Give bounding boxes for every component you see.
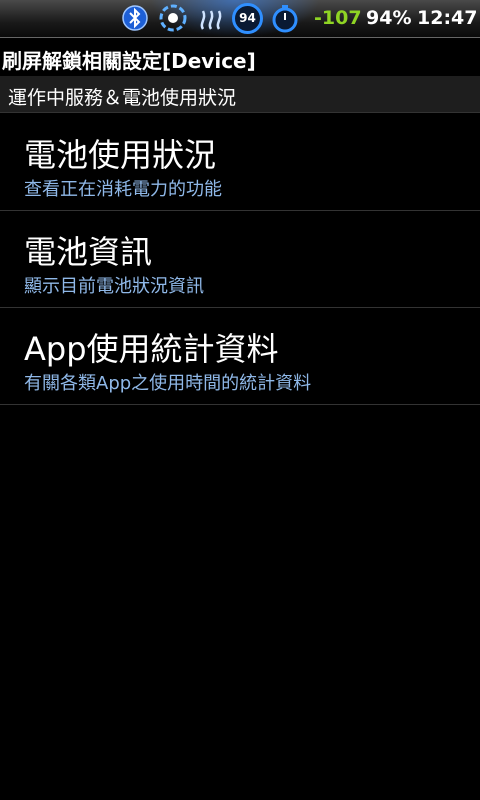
clock: 12:47 bbox=[417, 7, 478, 29]
bluetooth-icon bbox=[120, 3, 150, 33]
page-title: 刷屏解鎖相關設定[Device] bbox=[2, 49, 256, 73]
list-item-title: 電池資訊 bbox=[24, 233, 153, 271]
list-item-battery-usage[interactable]: 電池使用狀況 查看正在消耗電力的功能 bbox=[0, 114, 480, 211]
status-bar: 94 -107 94% 12:47 bbox=[0, 0, 480, 38]
signal-strength: -107 bbox=[314, 7, 362, 29]
list-item-battery-info[interactable]: 電池資訊 顯示目前電池狀況資訊 bbox=[0, 211, 480, 308]
settings-list: 電池使用狀況 查看正在消耗電力的功能 電池資訊 顯示目前電池狀況資訊 App使用… bbox=[0, 114, 480, 405]
section-header: 運作中服務＆電池使用狀況 bbox=[0, 76, 480, 113]
battery-circle-icon: 94 bbox=[232, 3, 263, 34]
list-item-subtitle: 有關各類App之使用時間的統計資料 bbox=[24, 373, 312, 394]
title-bar: 刷屏解鎖相關設定[Device] bbox=[0, 40, 480, 76]
list-item-title: App使用統計資料 bbox=[24, 330, 279, 368]
heat-waves-icon bbox=[196, 3, 226, 33]
stopwatch-icon bbox=[270, 3, 300, 33]
aperture-icon bbox=[158, 3, 188, 33]
battery-percent: 94% bbox=[366, 7, 412, 29]
list-item-subtitle: 查看正在消耗電力的功能 bbox=[24, 179, 222, 200]
section-header-label: 運作中服務＆電池使用狀況 bbox=[8, 87, 237, 109]
list-item-app-usage-stats[interactable]: App使用統計資料 有關各類App之使用時間的統計資料 bbox=[0, 308, 480, 405]
list-item-subtitle: 顯示目前電池狀況資訊 bbox=[24, 276, 204, 297]
list-item-title: 電池使用狀況 bbox=[24, 136, 217, 174]
